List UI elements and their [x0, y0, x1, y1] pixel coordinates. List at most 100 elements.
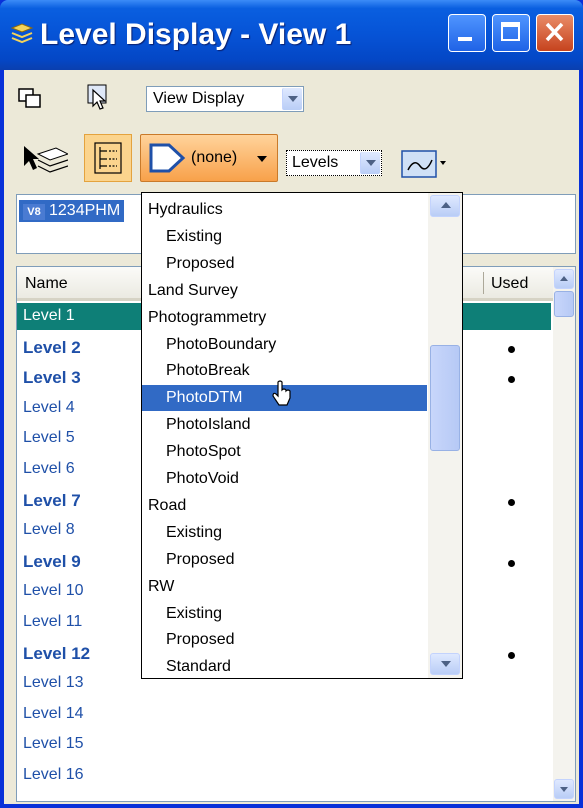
level-name: Level 4	[23, 398, 75, 416]
dropdown-item[interactable]: Road	[142, 493, 427, 519]
dropdown-item[interactable]: Proposed	[142, 627, 427, 653]
column-divider[interactable]	[483, 272, 484, 294]
levels-dropdown-arrow[interactable]	[360, 152, 380, 174]
dropdown-item-label: PhotoVoid	[166, 470, 239, 487]
close-button[interactable]	[536, 14, 574, 52]
select-pointer-icon[interactable]	[84, 82, 114, 112]
dropdown-item-label: Road	[148, 496, 187, 514]
level-name: Level 10	[23, 582, 84, 600]
dropdown-scroll-up-button[interactable]	[430, 195, 460, 217]
dropdown-item-label: Photogrammetry	[148, 308, 267, 326]
hand-cursor-icon	[272, 380, 291, 406]
levels-value: Levels	[292, 154, 339, 171]
view-display-combo[interactable]: View Display	[146, 86, 304, 112]
level-name: Level 15	[23, 735, 84, 753]
dropdown-item[interactable]: PhotoVoid	[142, 466, 427, 492]
title-bar[interactable]: Level Display - View 1	[0, 0, 583, 70]
level-name: Level 13	[23, 674, 84, 692]
level-display-icon	[10, 23, 34, 44]
view-attributes-icon[interactable]	[16, 84, 46, 112]
view-display-dropdown-arrow[interactable]	[282, 88, 302, 110]
dropdown-item-label: Existing	[166, 227, 223, 245]
column-header-used[interactable]: Used	[491, 275, 528, 293]
levels-scrollbar[interactable]	[553, 267, 575, 801]
level-name: Level 3	[23, 368, 81, 388]
dropdown-item[interactable]: PhotoIsland	[142, 412, 427, 438]
dropdown-item-label: PhotoIsland	[166, 416, 251, 434]
view-display-value: View Display	[153, 90, 245, 107]
dropdown-item[interactable]: Photogrammetry	[142, 305, 427, 331]
display-symbology-icon[interactable]	[400, 148, 448, 180]
used-indicator-icon	[508, 498, 515, 506]
dropdown-item-label: Existing	[166, 523, 223, 541]
tree-view-icon	[94, 142, 122, 174]
dropdown-item[interactable]: Land Survey	[142, 278, 427, 304]
filter-value: (none)	[191, 149, 238, 166]
dropdown-item-label: Land Survey	[148, 281, 238, 299]
level-name: Level 9	[23, 551, 81, 571]
level-manager-icon[interactable]	[20, 140, 68, 180]
dropdown-item[interactable]: PhotoSpot	[142, 439, 427, 465]
level-name: Level 2	[23, 337, 81, 357]
tree-view-toggle[interactable]	[84, 134, 132, 182]
used-indicator-icon	[508, 345, 515, 353]
dropdown-item-label: PhotoDTM	[166, 389, 243, 407]
scroll-down-button[interactable]	[554, 779, 574, 799]
level-row[interactable]: Level 16	[17, 762, 551, 789]
level-row[interactable]: Level 14	[17, 701, 551, 728]
filter-dropdown-arrow	[257, 156, 267, 162]
v8-badge-icon: V8	[23, 204, 45, 220]
minimize-icon	[458, 37, 472, 41]
scroll-thumb[interactable]	[554, 291, 574, 317]
model-selection[interactable]: V8 1234PHM	[19, 200, 125, 222]
dropdown-item-label: RW	[148, 577, 175, 595]
dropdown-item-label: Hydraulics	[148, 201, 223, 218]
levels-combo[interactable]: Levels	[286, 150, 382, 176]
level-name: Level 7	[23, 490, 81, 510]
filter-funnel-icon	[149, 143, 186, 173]
dropdown-item[interactable]: Proposed	[142, 251, 427, 277]
used-indicator-icon	[508, 376, 515, 384]
used-indicator-icon	[508, 559, 515, 567]
level-display-window: Level Display - View 1 View Display (non…	[0, 0, 583, 808]
level-name: Level 1	[23, 307, 75, 324]
dropdown-scrollbar[interactable]	[428, 193, 462, 678]
level-name: Level 14	[23, 704, 84, 722]
dropdown-item-label: Standard	[166, 658, 231, 676]
dropdown-scroll-down-button[interactable]	[430, 653, 460, 675]
dropdown-item-label: PhotoBoundary	[166, 335, 277, 353]
dropdown-item[interactable]: RW	[142, 574, 427, 600]
dropdown-item-label: PhotoBreak	[166, 362, 250, 380]
close-icon	[545, 22, 564, 42]
level-name: Level 6	[23, 460, 75, 477]
window-title: Level Display - View 1	[40, 18, 352, 51]
level-name: Level 5	[23, 429, 75, 447]
maximize-button[interactable]	[492, 14, 530, 52]
level-name: Level 16	[23, 766, 84, 783]
filter-dropdown-button[interactable]: (none)	[140, 134, 278, 182]
used-indicator-icon	[508, 651, 515, 659]
dropdown-item-label: Proposed	[166, 550, 235, 568]
dropdown-item[interactable]: Proposed	[142, 547, 427, 573]
dropdown-item[interactable]: Existing	[142, 224, 427, 250]
dropdown-scroll-thumb[interactable]	[430, 345, 460, 451]
dropdown-item[interactable]: Existing	[142, 520, 427, 546]
level-row[interactable]: Level 15	[17, 731, 551, 758]
dropdown-item[interactable]: Hydraulics	[142, 197, 427, 223]
level-name: Level 11	[23, 613, 83, 630]
filter-dropdown-list[interactable]: Hydraulics Existing Proposed Land Survey Pho…	[141, 192, 463, 679]
column-header-name[interactable]: Name	[25, 275, 68, 293]
dropdown-item[interactable]: PhotoBoundary	[142, 332, 427, 358]
level-name: Level 12	[23, 643, 91, 663]
dropdown-item-label: Existing	[166, 604, 223, 622]
dropdown-item[interactable]: Standard	[142, 654, 427, 680]
dropdown-item[interactable]: Existing	[142, 601, 427, 627]
maximize-icon	[501, 22, 520, 41]
level-name: Level 8	[23, 521, 75, 539]
dropdown-item-label: PhotoSpot	[166, 443, 241, 461]
model-name: 1234PHM	[49, 202, 121, 219]
dropdown-item-label: Proposed	[166, 254, 235, 272]
minimize-button[interactable]	[448, 14, 486, 52]
dropdown-item-label: Proposed	[166, 631, 235, 649]
scroll-up-button[interactable]	[554, 269, 574, 289]
